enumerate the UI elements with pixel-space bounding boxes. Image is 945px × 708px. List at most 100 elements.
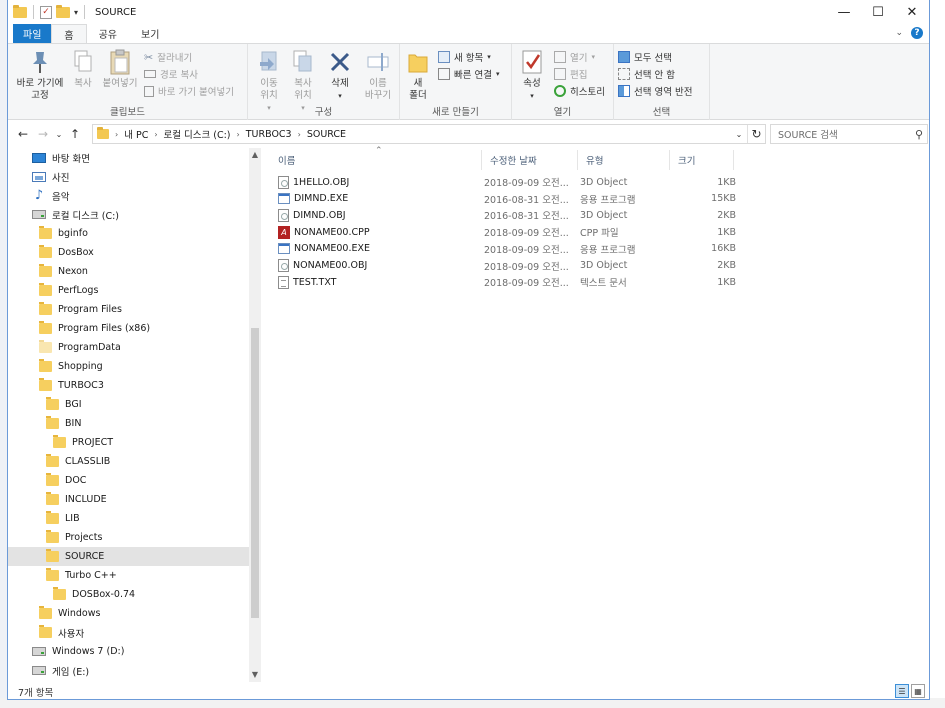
select-none-button[interactable]: 선택 안 함	[618, 67, 675, 81]
back-arrow-icon[interactable]: ←	[14, 127, 32, 141]
new-folder-button[interactable]: 새 폴더	[404, 48, 432, 102]
file-name-cell: A NONAME00.CPP	[278, 224, 370, 240]
breadcrumb-separator-icon[interactable]: ›	[298, 130, 301, 139]
tree-item[interactable]: ♪ 음악	[8, 186, 249, 205]
tree-item[interactable]: BIN	[8, 414, 249, 433]
rename-button[interactable]: 이름 바꾸기	[360, 48, 396, 102]
folder-icon[interactable]	[13, 4, 27, 18]
close-button[interactable]: ✕	[895, 0, 929, 24]
tree-item[interactable]: 로컬 디스크 (C:)	[8, 205, 249, 224]
recent-locations-dropdown-icon[interactable]: ⌄	[54, 130, 64, 139]
select-all-button[interactable]: 모두 선택	[618, 50, 672, 64]
edit-button[interactable]: 편집	[554, 67, 587, 81]
tree-item[interactable]: PROJECT	[8, 433, 249, 452]
tree-item[interactable]: SOURCE	[8, 547, 249, 566]
copy-path-button[interactable]: 경로 복사	[144, 67, 198, 81]
breadcrumb-this-pc[interactable]: 내 PC	[124, 127, 148, 141]
properties-icon[interactable]: ✓	[40, 5, 52, 19]
tree-item[interactable]: Windows 7 (D:)	[8, 642, 249, 661]
help-icon[interactable]: ?	[911, 27, 923, 39]
scrollbar-thumb[interactable]	[251, 328, 259, 618]
tree-item-label: PROJECT	[72, 437, 114, 448]
open-button[interactable]: 열기 ▾	[554, 50, 595, 64]
column-header-size[interactable]: 크기	[670, 150, 734, 170]
tree-item[interactable]: DosBox	[8, 243, 249, 262]
file-row[interactable]: NONAME00.OBJ 2018-09-09 오전... 3D Object 2KB	[278, 258, 738, 274]
tree-item[interactable]: BGI	[8, 395, 249, 414]
file-row[interactable]: NONAME00.EXE 2018-09-09 오전... 응용 프로그램 16KB	[278, 241, 738, 257]
tree-item[interactable]: bginfo	[8, 224, 249, 243]
breadcrumb-turboc3[interactable]: TURBOC3	[246, 129, 292, 140]
tree-item[interactable]: TURBOC3	[8, 376, 249, 395]
tree-item[interactable]: Nexon	[8, 262, 249, 281]
tree-item[interactable]: 사진	[8, 167, 249, 186]
tree-item[interactable]: Windows	[8, 604, 249, 623]
file-row[interactable]: TEST.TXT 2018-09-09 오전... 텍스트 문서 1KB	[278, 274, 738, 290]
folder-icon	[39, 321, 52, 334]
file-row[interactable]: A NONAME00.CPP 2018-09-09 오전... CPP 파일 1KB	[278, 224, 738, 240]
file-row[interactable]: DIMND.OBJ 2016-08-31 오전... 3D Object 2KB	[278, 207, 738, 223]
tree-item-label: 사진	[52, 172, 70, 184]
tab-file[interactable]: 파일	[13, 24, 52, 43]
collapse-ribbon-icon[interactable]: ⌄	[895, 28, 903, 38]
tab-share[interactable]: 공유	[87, 24, 129, 43]
address-history-dropdown-icon[interactable]: ⌄	[731, 130, 747, 139]
scroll-up-arrow-icon[interactable]: ▲	[249, 148, 261, 162]
breadcrumb-separator-icon[interactable]: ›	[154, 130, 157, 139]
paste-button[interactable]: 붙여넣기	[100, 48, 140, 90]
file-row[interactable]: DIMND.EXE 2016-08-31 오전... 응용 프로그램 15KB	[278, 191, 738, 207]
details-view-icon[interactable]: ☰	[895, 684, 909, 698]
breadcrumb-source[interactable]: SOURCE	[307, 129, 346, 140]
paste-shortcut-button[interactable]: 바로 가기 붙여넣기	[144, 84, 234, 98]
new-item-button[interactable]: 새 항목 ▾	[438, 50, 491, 64]
tree-item[interactable]: PerfLogs	[8, 281, 249, 300]
tree-item[interactable]: Program Files	[8, 300, 249, 319]
tree-item[interactable]: LIB	[8, 509, 249, 528]
tree-item[interactable]: INCLUDE	[8, 490, 249, 509]
new-folder-icon[interactable]	[56, 4, 70, 18]
tree-item-label: Turbo C++	[65, 570, 117, 581]
cut-button[interactable]: ✂ 잘라내기	[144, 50, 192, 65]
pin-quick-access-button[interactable]: 바로 가기에 고정	[12, 48, 68, 102]
easy-access-button[interactable]: 빠른 연결 ▾	[438, 67, 500, 81]
tree-item[interactable]: Turbo C++	[8, 566, 249, 585]
large-icons-view-icon[interactable]: ▦	[911, 684, 925, 698]
maximize-button[interactable]: ☐	[861, 0, 895, 24]
sort-ascending-icon: ⌃	[375, 146, 383, 156]
address-bar[interactable]: › 내 PC › 로컬 디스크 (C:) › TURBOC3 › SOURCE …	[92, 124, 766, 144]
column-header-name[interactable]: 이름 ⌃	[270, 146, 482, 170]
properties-button[interactable]: 속성 ▾	[518, 48, 546, 102]
tree-item[interactable]: 게임 (E:)	[8, 661, 249, 680]
customize-toolbar-dropdown-icon[interactable]: ▾	[74, 8, 78, 17]
tab-home[interactable]: 홈	[51, 24, 87, 43]
up-arrow-icon[interactable]: ↑	[66, 127, 84, 141]
column-header-date[interactable]: 수정한 날짜	[482, 150, 578, 170]
tree-item[interactable]: Shopping	[8, 357, 249, 376]
forward-arrow-icon[interactable]: →	[34, 127, 52, 141]
delete-button[interactable]: 삭제 ▾	[326, 48, 354, 102]
tree-item[interactable]: Projects	[8, 528, 249, 547]
tree-item[interactable]: Program Files (x86)	[8, 319, 249, 338]
tab-view[interactable]: 보기	[129, 24, 171, 43]
tree-item[interactable]: 바탕 화면	[8, 148, 249, 167]
column-header-type[interactable]: 유형	[578, 150, 670, 170]
tree-item[interactable]: DOSBox-0.74	[8, 585, 249, 604]
tree-item[interactable]: 사용자	[8, 623, 249, 642]
breadcrumb-separator-icon[interactable]: ›	[237, 130, 240, 139]
file-row[interactable]: 1HELLO.OBJ 2018-09-09 오전... 3D Object 1KB	[278, 174, 738, 190]
breadcrumb-separator-icon[interactable]: ›	[115, 130, 118, 139]
cpp-file-icon: A	[278, 225, 290, 239]
search-box[interactable]: SOURCE 검색 ⚲	[770, 124, 928, 144]
breadcrumb-local-disk[interactable]: 로컬 디스크 (C:)	[164, 127, 231, 141]
search-icon[interactable]: ⚲	[915, 128, 923, 141]
invert-selection-button[interactable]: 선택 영역 반전	[618, 84, 692, 98]
history-button[interactable]: 히스토리	[554, 84, 605, 98]
tree-item[interactable]: CLASSLIB	[8, 452, 249, 471]
tree-item[interactable]: DOC	[8, 471, 249, 490]
scroll-down-arrow-icon[interactable]: ▼	[249, 668, 261, 682]
navigation-pane-scrollbar[interactable]: ▲ ▼	[249, 148, 261, 682]
minimize-button[interactable]: —	[827, 0, 861, 24]
copy-button[interactable]: 복사	[68, 48, 98, 90]
tree-item[interactable]: ProgramData	[8, 338, 249, 357]
refresh-icon[interactable]: ↻	[747, 125, 765, 143]
